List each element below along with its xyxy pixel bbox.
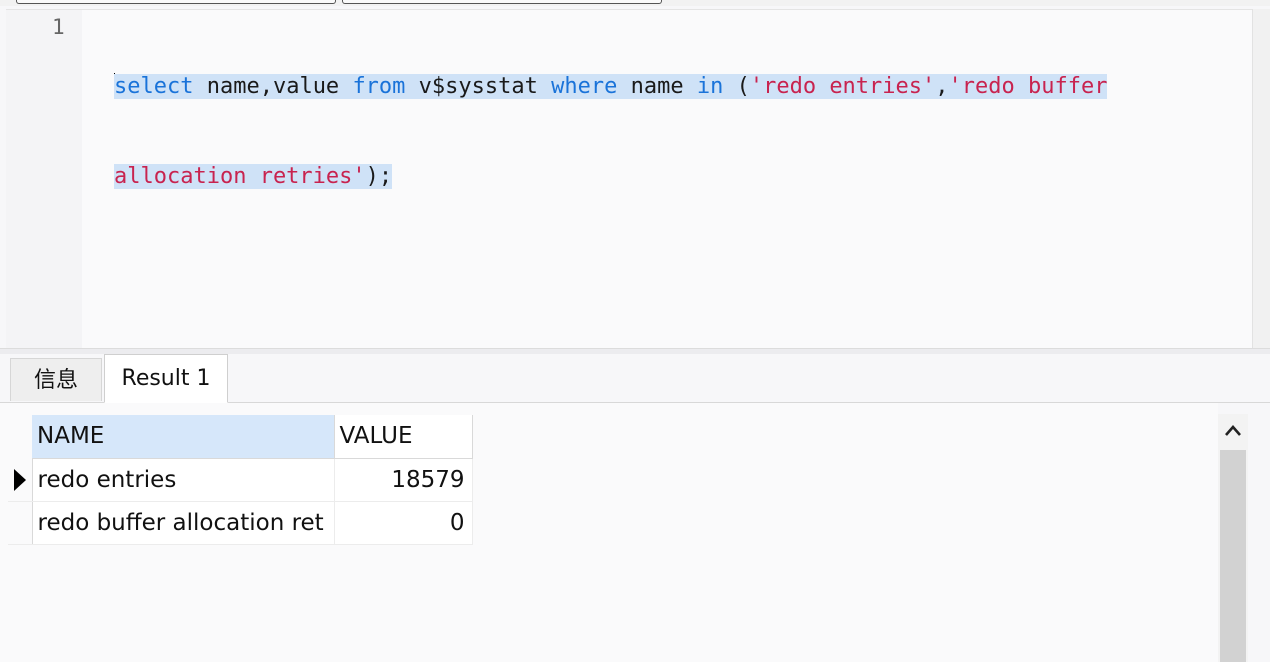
cell-name[interactable]: redo buffer allocation ret <box>32 501 335 545</box>
line-number: 1 <box>52 15 65 39</box>
selected-text-wrap: allocation retries'); <box>114 164 393 189</box>
line-number-gutter: 1 <box>6 10 82 349</box>
tab-info[interactable]: 信息 <box>10 358 102 401</box>
sql-editor[interactable]: 1 select name,value from v$sysstat where… <box>6 9 1252 349</box>
keyword-from: from <box>352 74 406 99</box>
tab-result-1[interactable]: Result 1 <box>104 354 228 403</box>
column-header-name[interactable]: NAME <box>32 415 335 459</box>
column-header-value[interactable]: VALUE <box>334 415 473 459</box>
cell-value[interactable]: 18579 <box>334 458 473 502</box>
result-grid: NAME VALUE redo entries 18579 redo buffe… <box>8 415 473 545</box>
keyword-in: in <box>696 74 724 99</box>
cell-name[interactable]: redo entries <box>32 458 335 502</box>
code-line-1-wrap: allocation retries'); <box>114 162 1234 192</box>
scroll-up-button[interactable] <box>1218 414 1248 448</box>
row-indicator <box>8 458 33 502</box>
toolbar-combobox-right[interactable] <box>342 0 662 4</box>
keyword-select: select <box>114 74 194 99</box>
row-indicator <box>8 501 33 545</box>
code-line-1: select name,value from v$sysstat where n… <box>114 72 1234 102</box>
grid-header-row: NAME VALUE <box>8 415 473 459</box>
scrollbar-thumb[interactable] <box>1220 450 1246 662</box>
grid-vertical-scrollbar[interactable] <box>1218 414 1248 662</box>
table-row[interactable]: redo buffer allocation ret 0 <box>8 501 473 545</box>
code-columns: name,value <box>193 74 353 99</box>
code-open-paren: ( <box>723 74 750 99</box>
code-comma: , <box>935 74 949 99</box>
keyword-where: where <box>551 74 618 99</box>
row-indicator-header <box>8 415 32 458</box>
code-column-name: name <box>617 74 697 99</box>
sql-code[interactable]: select name,value from v$sysstat where n… <box>114 12 1234 252</box>
string-literal-2-end: allocation retries' <box>114 164 366 189</box>
current-row-arrow-icon <box>13 468 26 491</box>
cell-value[interactable]: 0 <box>334 501 473 545</box>
editor-scrollbar[interactable] <box>1252 9 1270 348</box>
code-table: v$sysstat <box>405 74 552 99</box>
result-grid-area: NAME VALUE redo entries 18579 redo buffe… <box>0 403 1218 662</box>
chevron-up-icon <box>1225 425 1241 436</box>
string-literal-2-start: 'redo buffer <box>948 74 1108 99</box>
selected-text: select name,value from v$sysstat where n… <box>114 74 1108 99</box>
table-row[interactable]: redo entries 18579 <box>8 458 473 502</box>
toolbar-combobox-left[interactable] <box>16 0 336 4</box>
result-tab-bar: 信息 Result 1 <box>0 354 1270 403</box>
string-literal-1: 'redo entries' <box>749 74 936 99</box>
code-statement-end: ); <box>365 164 393 189</box>
